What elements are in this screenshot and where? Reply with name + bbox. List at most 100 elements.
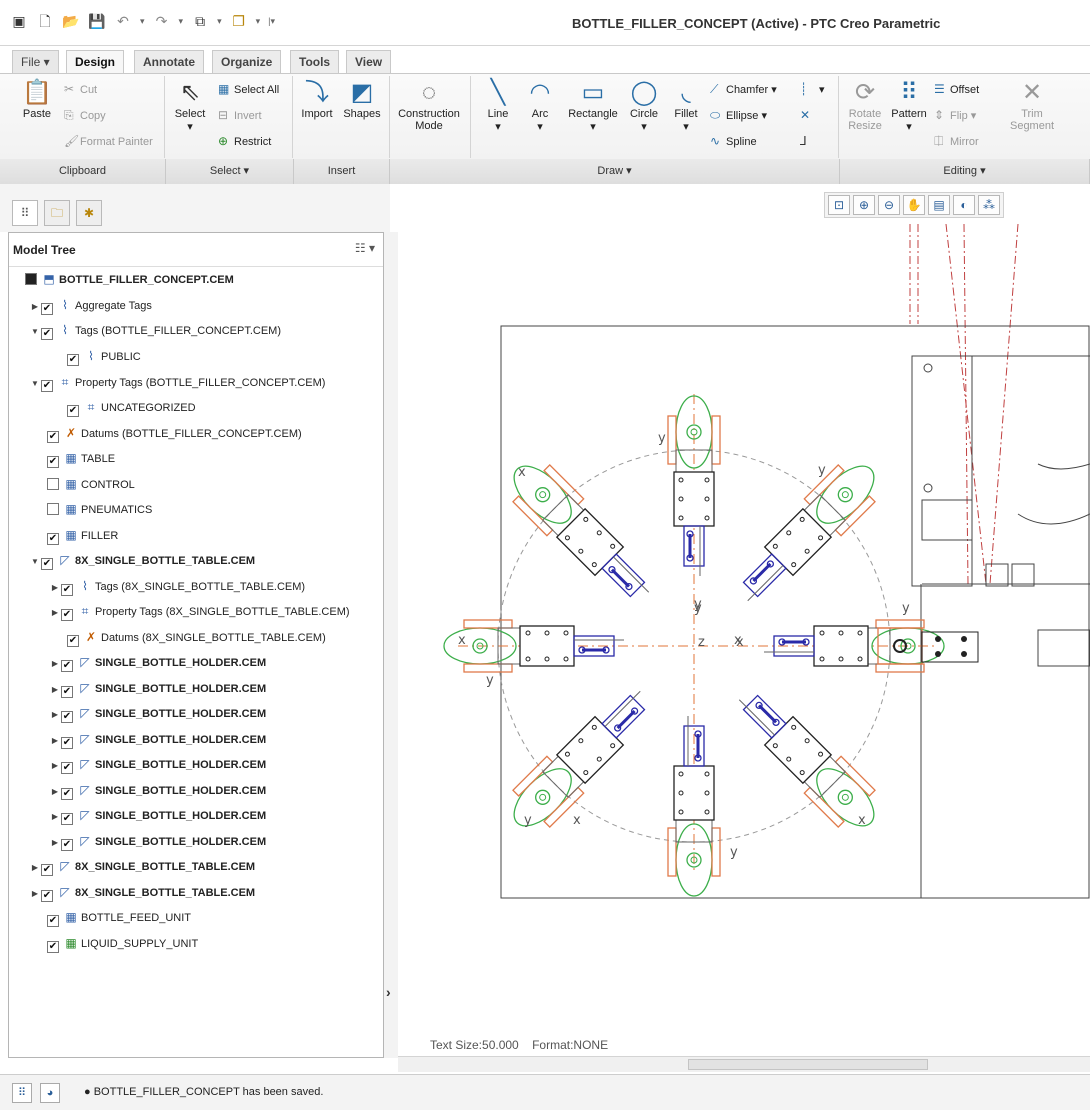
centerline-button[interactable]: ┊ ▾ xyxy=(800,82,825,96)
coordinate-system-button[interactable]: ⅃ xyxy=(800,134,816,148)
tree-settings-icon[interactable]: ☷ ▾ xyxy=(355,241,375,255)
collapse-arrow-icon[interactable]: ▼ xyxy=(29,374,41,394)
collapse-toggle[interactable] xyxy=(25,273,37,285)
spline-button[interactable]: ∿ Spline xyxy=(710,134,757,148)
tree-checkbox[interactable]: ✔ xyxy=(61,813,73,825)
undo-dropdown-icon[interactable]: ▾ xyxy=(140,16,145,27)
tree-item[interactable]: ▶ ✔ ◸ SINGLE_BOTTLE_HOLDER.CEM xyxy=(49,652,266,672)
pattern-button[interactable]: ⠿ Pattern ▾ xyxy=(888,78,930,133)
tree-item[interactable]: ✔ ▦ TABLE xyxy=(47,448,115,468)
tree-checkbox[interactable]: ✔ xyxy=(61,584,73,596)
tree-item[interactable]: ▼ ✔ ⌇ Tags (BOTTLE_FILLER_CONCEPT.CEM) xyxy=(29,320,281,340)
tree-checkbox[interactable]: ✔ xyxy=(67,635,79,647)
open-folder-icon[interactable]: 📂 xyxy=(62,12,80,30)
expand-arrow-icon[interactable]: ▶ xyxy=(49,833,61,853)
save-icon[interactable]: 💾 xyxy=(88,12,106,30)
app-window-icon[interactable]: ▣ xyxy=(10,12,28,30)
rotate-resize-button[interactable]: ⟳ Rotate Resize xyxy=(844,78,886,132)
tree-item[interactable]: ✔ ✗ Datums (8X_SINGLE_BOTTLE_TABLE.CEM) xyxy=(67,627,326,647)
windows-icon[interactable]: ❐ xyxy=(230,12,248,30)
tree-item[interactable]: ✔ ▦ BOTTLE_FEED_UNIT xyxy=(47,907,191,927)
tree-checkbox[interactable] xyxy=(47,478,59,490)
tree-checkbox[interactable]: ✔ xyxy=(47,941,59,953)
copy-button[interactable]: ⎘ Copy xyxy=(64,108,106,123)
tree-item[interactable]: ▶ ✔ ⌗ Property Tags (8X_SINGLE_BOTTLE_TABLE… xyxy=(49,601,350,621)
tree-checkbox[interactable]: ✔ xyxy=(67,405,79,417)
tree-item[interactable]: ▶ ✔ ◸ 8X_SINGLE_BOTTLE_TABLE.CEM xyxy=(29,882,255,902)
tab-organize[interactable]: Organize xyxy=(212,50,282,74)
tree-checkbox[interactable]: ✔ xyxy=(61,788,73,800)
tree-checkbox[interactable]: ✔ xyxy=(47,533,59,545)
group-select[interactable]: Select ▾ xyxy=(166,159,294,184)
shapes-button[interactable]: ◩ Shapes xyxy=(340,78,384,120)
tab-view[interactable]: View xyxy=(346,50,392,74)
chamfer-button[interactable]: ⟋ Chamfer ▾ xyxy=(710,82,777,97)
import-button[interactable]: ⤵ Import xyxy=(298,78,336,120)
horizontal-scrollbar[interactable] xyxy=(398,1056,1090,1072)
tab-design[interactable]: Design xyxy=(66,50,125,75)
tree-item[interactable]: ✔ ▦ LIQUID_SUPPLY_UNIT xyxy=(47,933,198,953)
expand-arrow-icon[interactable]: ▶ xyxy=(49,731,61,751)
tree-checkbox[interactable]: ✔ xyxy=(47,915,59,927)
expand-arrow-icon[interactable]: ▶ xyxy=(49,603,61,623)
tree-item[interactable]: ▦ CONTROL xyxy=(47,474,135,494)
invert-button[interactable]: ⊟ Invert xyxy=(218,108,262,122)
fillet-button[interactable]: ◟ Fillet ▾ xyxy=(668,78,704,133)
expand-arrow-icon[interactable]: ▶ xyxy=(49,680,61,700)
tree-item[interactable]: ▼ ✔ ◸ 8X_SINGLE_BOTTLE_TABLE.CEM xyxy=(29,550,255,570)
ellipse-button[interactable]: ⬭ Ellipse ▾ xyxy=(710,108,767,123)
tree-checkbox[interactable] xyxy=(47,503,59,515)
tree-checkbox[interactable]: ✔ xyxy=(41,864,53,876)
tree-checkbox[interactable]: ✔ xyxy=(41,558,53,570)
toggle-navigator-icon[interactable]: ⠿ xyxy=(12,1083,32,1103)
collapse-arrow-icon[interactable]: ▼ xyxy=(29,322,41,342)
circle-button[interactable]: ◯ Circle ▾ xyxy=(624,78,664,133)
tree-item[interactable]: ▶ ✔ ◸ SINGLE_BOTTLE_HOLDER.CEM xyxy=(49,780,266,800)
regenerate-dropdown-icon[interactable]: ▾ xyxy=(217,16,222,27)
regenerate-icon[interactable]: ⧉ xyxy=(191,12,209,30)
restrict-button[interactable]: ⊕ Restrict xyxy=(218,134,271,148)
collapse-arrow-icon[interactable]: ▼ xyxy=(29,552,41,572)
tree-checkbox[interactable]: ✔ xyxy=(61,711,73,723)
arc-button[interactable]: ◠ Arc ▾ xyxy=(522,78,558,133)
group-draw[interactable]: Draw ▾ xyxy=(390,159,840,184)
scrollbar-thumb[interactable] xyxy=(688,1059,928,1070)
trim-segment-button[interactable]: ✕ Trim Segment xyxy=(1004,78,1060,132)
tree-item[interactable]: ✔ ▦ FILLER xyxy=(47,525,118,545)
expand-arrow-icon[interactable]: ▶ xyxy=(49,807,61,827)
customize-toolbar-icon[interactable]: |▾ xyxy=(268,16,275,27)
tree-item[interactable]: ▶ ✔ ◸ SINGLE_BOTTLE_HOLDER.CEM xyxy=(49,805,266,825)
favorites-tab[interactable]: ✱ xyxy=(76,200,102,226)
tree-checkbox[interactable]: ✔ xyxy=(41,303,53,315)
expand-arrow-icon[interactable]: ▶ xyxy=(29,858,41,878)
folder-browser-tab[interactable]: 🗀 xyxy=(44,200,70,226)
tree-checkbox[interactable]: ✔ xyxy=(41,328,53,340)
expand-arrow-icon[interactable]: ▶ xyxy=(49,654,61,674)
cut-button[interactable]: ✂ Cut xyxy=(64,82,97,96)
tree-item[interactable]: ▦ PNEUMATICS xyxy=(47,499,152,519)
tab-file[interactable]: File ▾ xyxy=(12,50,59,74)
point-button[interactable]: ✕ xyxy=(800,108,816,122)
tree-item[interactable]: ▶ ✔ ◸ SINGLE_BOTTLE_HOLDER.CEM xyxy=(49,831,266,851)
graphics-area[interactable]: ⊡ ⊕ ⊖ ✋ ▤ ◐ ⁂ z x y y y x y x y y x x y … xyxy=(398,184,1090,1072)
expand-arrow-icon[interactable]: ▶ xyxy=(29,297,41,317)
tree-item[interactable]: ▶ ✔ ⌇ Tags (8X_SINGLE_BOTTLE_TABLE.CEM) xyxy=(49,576,305,596)
windows-dropdown-icon[interactable]: ▾ xyxy=(256,16,261,27)
rectangle-button[interactable]: ▭ Rectangle ▾ xyxy=(564,78,622,133)
tree-checkbox[interactable]: ✔ xyxy=(41,380,53,392)
expand-arrow-icon[interactable]: ▶ xyxy=(49,756,61,776)
expand-arrow-icon[interactable]: ▶ xyxy=(49,705,61,725)
tree-item[interactable]: ▶ ✔ ◸ 8X_SINGLE_BOTTLE_TABLE.CEM xyxy=(29,856,255,876)
expand-arrow-icon[interactable]: ▶ xyxy=(29,884,41,904)
redo-dropdown-icon[interactable]: ▾ xyxy=(179,16,184,27)
tree-item[interactable]: ▶ ✔ ◸ SINGLE_BOTTLE_HOLDER.CEM xyxy=(49,729,266,749)
panel-splitter[interactable] xyxy=(384,232,398,1058)
flip-button[interactable]: ⇕ Flip ▾ xyxy=(934,108,976,122)
format-painter-button[interactable]: 🖌Format Painter xyxy=(64,134,153,148)
tree-item[interactable]: ▼ ✔ ⌗ Property Tags (BOTTLE_FILLER_CONCEPT.… xyxy=(29,372,325,392)
tab-tools[interactable]: Tools xyxy=(290,50,340,74)
tree-checkbox[interactable]: ✔ xyxy=(61,686,73,698)
line-button[interactable]: ╲ Line ▾ xyxy=(480,78,516,133)
tree-checkbox[interactable]: ✔ xyxy=(61,609,73,621)
undo-icon[interactable]: ↶ xyxy=(114,12,132,30)
